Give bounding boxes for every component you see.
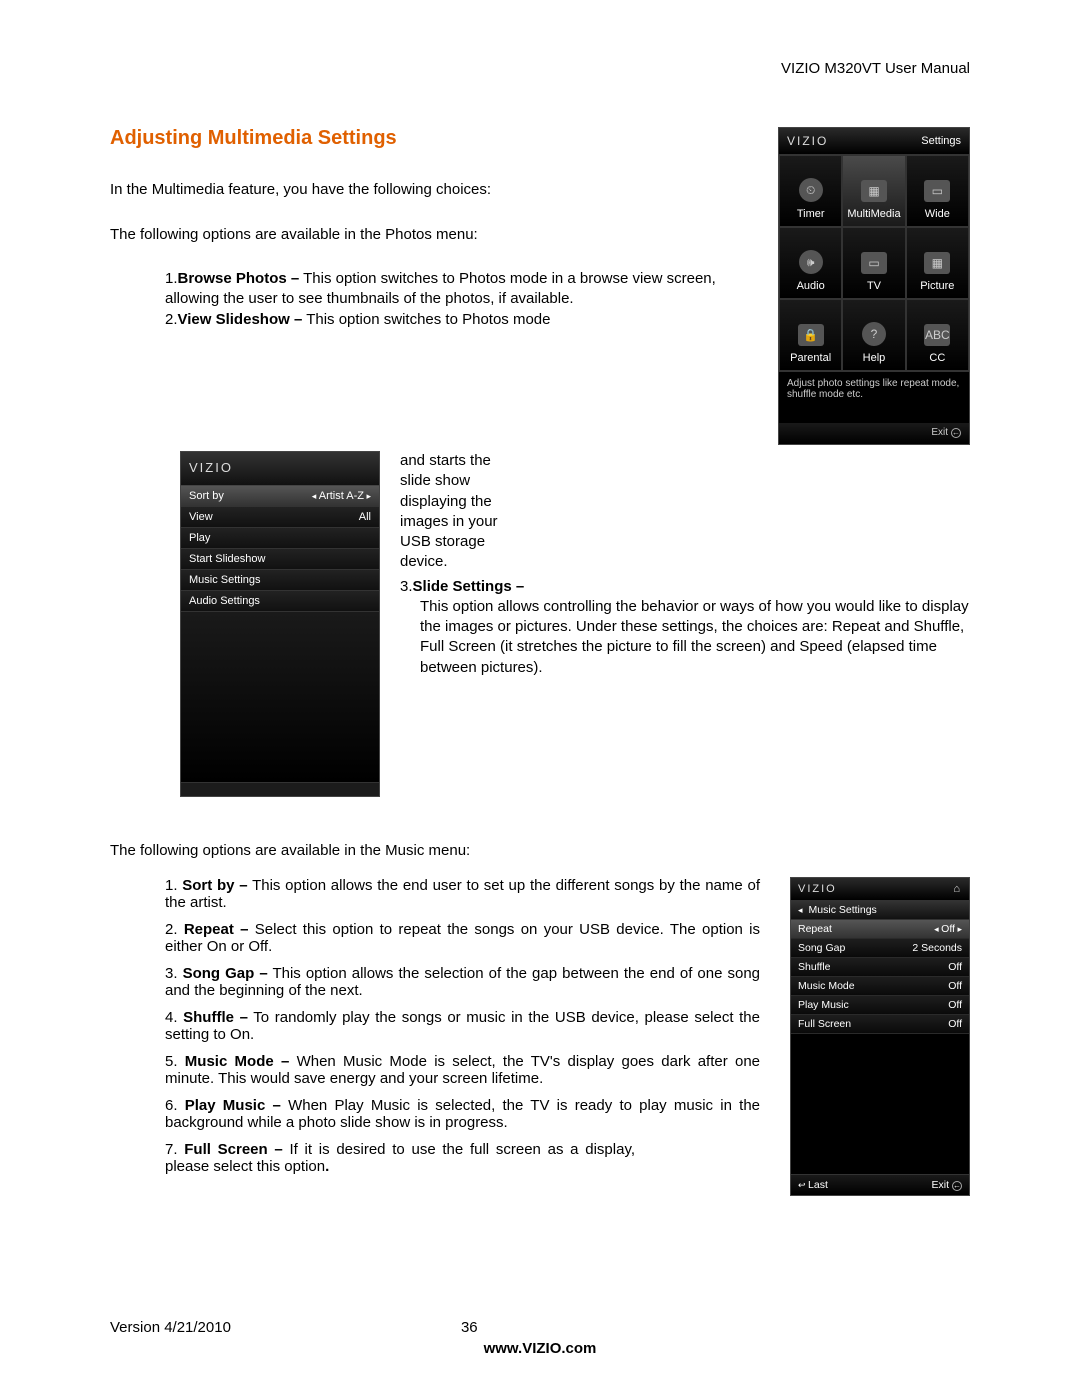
menu-row-view[interactable]: ViewAll — [181, 507, 379, 528]
osd-cell-parental[interactable]: 🔒Parental — [779, 299, 842, 371]
osd-cell-wide[interactable]: ▭Wide — [906, 155, 969, 227]
osd-exit[interactable]: Exit← — [931, 1179, 962, 1191]
menu-row-play[interactable]: Play — [181, 528, 379, 549]
photos-item-3-num: 3. — [400, 578, 413, 595]
osd-settings-panel: VIZIO Settings ⏲Timer ▦MultiMedia ▭Wide … — [778, 127, 970, 445]
osd-cell-picture[interactable]: ▦Picture — [906, 227, 969, 299]
photos-item-2-cont: and starts the slide show displaying the… — [400, 451, 515, 573]
menu-row-music-settings[interactable]: Music Settings — [181, 570, 379, 591]
music-item-2: 2. Repeat – Select this option to repeat… — [165, 921, 760, 955]
audio-icon: 🕪 — [799, 250, 823, 274]
exit-icon: ← — [952, 1181, 962, 1191]
tv-icon: ▭ — [861, 252, 887, 274]
photos-item-3-label: Slide Settings – — [413, 578, 525, 595]
footer-url: www.VIZIO.com — [110, 1340, 970, 1357]
osd-settings-title: Settings — [921, 135, 961, 147]
lock-icon: 🔒 — [798, 324, 824, 346]
osd-hint-text: Adjust photo settings like repeat mode, … — [779, 371, 969, 423]
osd-cell-help[interactable]: ?Help — [842, 299, 905, 371]
music-item-7: 7. Full Screen – If it is desired to use… — [165, 1141, 635, 1175]
osd-cell-timer[interactable]: ⏲Timer — [779, 155, 842, 227]
picture-icon: ▦ — [924, 252, 950, 274]
back-icon: ↩ — [798, 1180, 808, 1190]
chevron-right-icon: ▸ — [955, 924, 962, 934]
osd-cell-tv[interactable]: ▭TV — [842, 227, 905, 299]
osd-music-settings-panel: VIZIO ⌂ ◂ Music Settings Repeat◂ Off ▸ S… — [790, 877, 970, 1196]
chevron-left-icon: ◂ — [798, 905, 803, 916]
doc-title: VIZIO M320VT User Manual — [110, 60, 970, 77]
music-item-3: 3. Song Gap – This option allows the sel… — [165, 965, 760, 999]
osd-photos-menu: VIZIO Sort by◂ Artist A-Z ▸ ViewAll Play… — [180, 451, 380, 797]
chevron-right-icon: ▸ — [364, 491, 371, 501]
osd-cell-multimedia[interactable]: ▦MultiMedia — [842, 155, 905, 227]
breadcrumb[interactable]: ◂ Music Settings — [791, 901, 969, 920]
timer-icon: ⏲ — [799, 178, 823, 202]
photos-item-3-desc: This option allows controlling the behav… — [400, 597, 970, 678]
osd-exit[interactable]: Exit← — [931, 427, 961, 438]
section-title: Adjusting Multimedia Settings — [110, 127, 758, 150]
music-item-6: 6. Play Music – When Play Music is selec… — [165, 1097, 760, 1131]
cc-icon: ABC — [924, 324, 950, 346]
music-item-1: 1. Sort by – This option allows the end … — [165, 877, 760, 911]
multimedia-icon: ▦ — [861, 180, 887, 202]
vizio-brand: VIZIO — [798, 883, 837, 895]
vizio-brand: VIZIO — [181, 452, 379, 486]
intro-p2: The following options are available in t… — [110, 225, 758, 245]
home-icon[interactable]: ⌂ — [953, 883, 962, 895]
music-row-playmusic[interactable]: Play MusicOff — [791, 996, 969, 1015]
music-item-4: 4. Shuffle – To randomly play the songs … — [165, 1009, 760, 1043]
osd-last[interactable]: ↩ Last — [798, 1179, 828, 1191]
music-row-fullscreen[interactable]: Full ScreenOff — [791, 1015, 969, 1034]
wide-icon: ▭ — [924, 180, 950, 202]
vizio-brand: VIZIO — [787, 134, 828, 148]
help-icon: ? — [862, 322, 886, 346]
music-row-shuffle[interactable]: ShuffleOff — [791, 958, 969, 977]
page-number: 36 — [461, 1319, 478, 1336]
music-item-5: 5. Music Mode – When Music Mode is selec… — [165, 1053, 760, 1087]
photos-item-2: 2.View Slideshow – This option switches … — [165, 310, 758, 330]
intro-p1: In the Multimedia feature, you have the … — [110, 180, 758, 200]
version-text: Version 4/21/2010 — [110, 1319, 231, 1336]
chevron-left-icon: ◂ — [312, 491, 319, 501]
osd-cell-cc[interactable]: ABCCC — [906, 299, 969, 371]
menu-row-start-slideshow[interactable]: Start Slideshow — [181, 549, 379, 570]
osd-cell-audio[interactable]: 🕪Audio — [779, 227, 842, 299]
music-row-songgap[interactable]: Song Gap2 Seconds — [791, 939, 969, 958]
music-row-musicmode[interactable]: Music ModeOff — [791, 977, 969, 996]
page-footer: Version 4/21/2010 36 www.VIZIO.com — [110, 1319, 970, 1357]
music-intro: The following options are available in t… — [110, 842, 970, 859]
menu-row-sortby[interactable]: Sort by◂ Artist A-Z ▸ — [181, 486, 379, 507]
music-row-repeat[interactable]: Repeat◂ Off ▸ — [791, 920, 969, 939]
exit-icon: ← — [951, 428, 961, 438]
menu-row-audio-settings[interactable]: Audio Settings — [181, 591, 379, 612]
photos-item-1: 1.Browse Photos – This option switches t… — [165, 269, 758, 308]
